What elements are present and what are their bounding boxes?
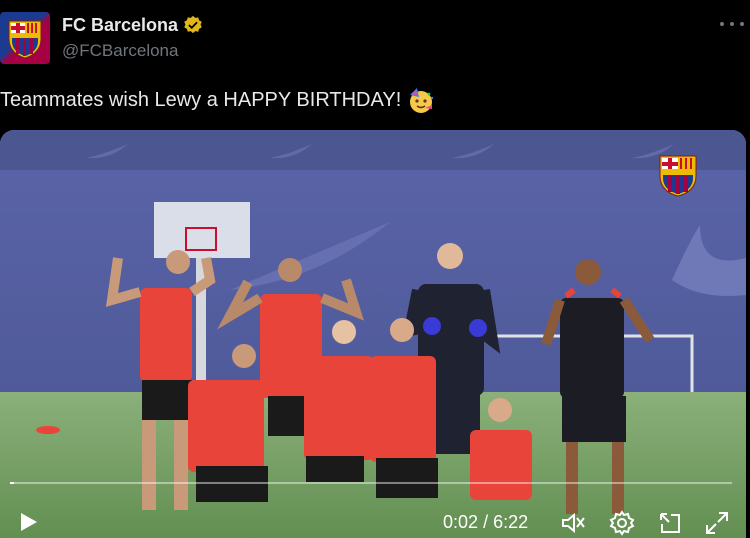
progress-bar[interactable] — [10, 482, 732, 484]
tweet-card[interactable]: FC Barcelona @FCBarcelona Teammates wish… — [0, 0, 750, 538]
barca-crest-icon — [8, 20, 42, 59]
avatar[interactable] — [0, 12, 50, 64]
tweet-header: FC Barcelona @FCBarcelona — [0, 12, 750, 64]
play-icon[interactable] — [16, 510, 40, 534]
time-separator: / — [483, 512, 489, 532]
tweet-text-body: Teammates wish Lewy a HAPPY BIRTHDAY! — [0, 88, 402, 111]
popout-icon[interactable] — [657, 510, 683, 536]
tweet-text: Teammates wish Lewy a HAPPY BIRTHDAY! — [0, 86, 435, 114]
time-display: 0:02 / 6:22 — [443, 512, 528, 533]
account-names[interactable]: FC Barcelona @FCBarcelona — [62, 14, 203, 61]
more-icon[interactable] — [720, 14, 744, 34]
current-time: 0:02 — [443, 512, 479, 532]
duration: 6:22 — [493, 512, 529, 532]
fullscreen-icon[interactable] — [704, 510, 730, 536]
display-name[interactable]: FC Barcelona — [62, 15, 178, 36]
video-player[interactable]: 0:02 / 6:22 — [0, 130, 746, 538]
barca-crest-watermark-icon — [659, 155, 697, 197]
partying-face-icon — [410, 88, 434, 113]
volume-icon[interactable] — [560, 510, 586, 536]
progress-fill — [10, 482, 14, 484]
settings-icon[interactable] — [609, 510, 635, 536]
video-controls: 0:02 / 6:22 — [0, 470, 746, 538]
verified-badge-icon[interactable] — [183, 15, 203, 35]
handle[interactable]: @FCBarcelona — [62, 41, 203, 61]
